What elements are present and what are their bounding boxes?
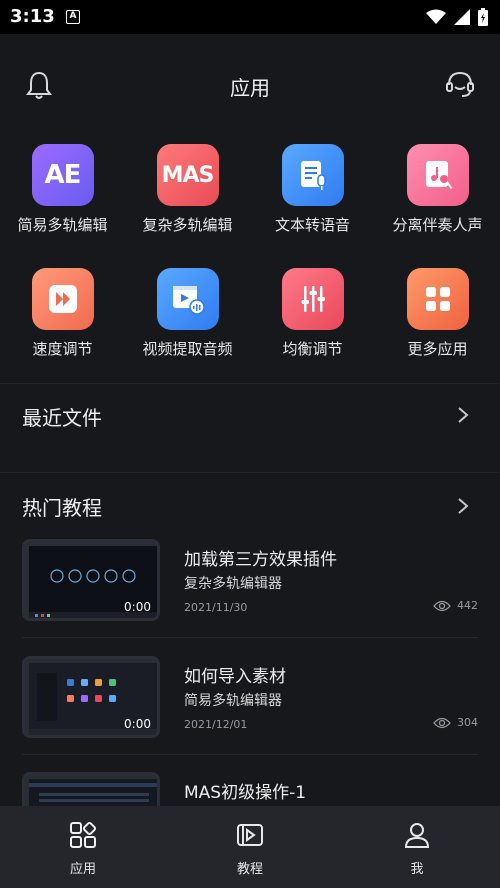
chevron-right-icon[interactable] bbox=[456, 406, 470, 424]
tutorial-category: 简易多轨编辑器 bbox=[184, 693, 282, 709]
user-icon bbox=[404, 823, 430, 848]
tutorial-date: 2021/12/01 bbox=[184, 718, 248, 731]
app-label: 复杂多轨编辑 bbox=[142, 216, 233, 234]
divider bbox=[0, 383, 500, 384]
tutorial-date: 2021/11/30 bbox=[184, 601, 248, 614]
view-count: 442 bbox=[457, 599, 478, 612]
chevron-right-icon[interactable] bbox=[456, 497, 470, 515]
signal-icon bbox=[454, 9, 470, 25]
mas-icon: MAS bbox=[156, 144, 219, 206]
fast-forward-icon bbox=[31, 268, 94, 330]
apps-icon bbox=[70, 821, 97, 848]
system-icons bbox=[426, 8, 488, 26]
eye-icon bbox=[433, 717, 451, 728]
tab-me[interactable]: 我 bbox=[367, 820, 467, 877]
app-complex-multitrack[interactable]: MAS 复杂多轨编辑 bbox=[125, 144, 250, 235]
header: 应用 bbox=[0, 34, 500, 134]
app-label: 文本转语音 bbox=[274, 216, 350, 234]
app-label: 分离伴奏人声 bbox=[392, 216, 483, 234]
tutorial-item[interactable]: 0:00 加载第三方效果插件 复杂多轨编辑器 2021/11/30 442 bbox=[22, 539, 478, 635]
popular-tutorials-title: 热门教程 bbox=[22, 496, 102, 520]
app-more[interactable]: 更多应用 bbox=[375, 268, 500, 359]
app-label: 均衡调节 bbox=[282, 340, 343, 358]
app-equalizer[interactable]: 均衡调节 bbox=[250, 268, 375, 359]
more-apps-icon bbox=[406, 268, 469, 330]
bottom-tab-bar: 应用 教程 我 bbox=[0, 806, 500, 888]
wifi-icon bbox=[426, 9, 446, 24]
tab-label: 我 bbox=[410, 862, 424, 877]
tab-apps[interactable]: 应用 bbox=[33, 820, 133, 877]
ae-icon: AE bbox=[31, 144, 94, 206]
tab-label: 应用 bbox=[69, 862, 96, 877]
app-speed-adjust[interactable]: 速度调节 bbox=[0, 268, 125, 359]
view-count: 304 bbox=[457, 716, 478, 729]
battery-icon bbox=[478, 8, 488, 26]
tutorial-views: 304 bbox=[433, 716, 478, 729]
app-separate-vocals[interactable]: 分离伴奏人声 bbox=[375, 144, 500, 235]
notification-icon: A bbox=[66, 10, 80, 24]
tutorial-views: 442 bbox=[433, 599, 478, 612]
eye-icon bbox=[433, 600, 451, 611]
tutorial-title: MAS初级操作-1 bbox=[184, 783, 307, 803]
app-label: 简易多轨编辑 bbox=[17, 216, 108, 234]
tutorial-category: 复杂多轨编辑器 bbox=[184, 576, 282, 592]
equalizer-icon bbox=[281, 268, 344, 330]
app-simple-multitrack[interactable]: AE 简易多轨编辑 bbox=[0, 144, 125, 235]
tab-label: 教程 bbox=[236, 862, 263, 877]
status-bar: 3:13 A bbox=[0, 0, 500, 34]
video-duration: 0:00 bbox=[124, 600, 151, 614]
tutorial-item[interactable]: 0:00 如何导入素材 简易多轨编辑器 2021/12/01 304 bbox=[22, 656, 478, 752]
video-thumbnail[interactable]: 0:00 bbox=[22, 539, 160, 621]
text-to-speech-icon bbox=[281, 144, 344, 206]
page-title: 应用 bbox=[230, 76, 270, 100]
customer-service-icon[interactable] bbox=[444, 68, 476, 100]
status-time: 3:13 bbox=[10, 6, 55, 27]
tutorial-title: 如何导入素材 bbox=[184, 667, 286, 687]
video-audio-icon bbox=[156, 268, 219, 330]
recent-files-title[interactable]: 最近文件 bbox=[22, 402, 102, 431]
tab-tutorials[interactable]: 教程 bbox=[200, 820, 300, 877]
app-label: 视频提取音频 bbox=[142, 340, 233, 358]
app-extract-audio[interactable]: 视频提取音频 bbox=[125, 268, 250, 359]
app-label: 更多应用 bbox=[407, 340, 468, 358]
video-duration: 0:00 bbox=[124, 717, 151, 731]
app-text-to-speech[interactable]: 文本转语音 bbox=[250, 144, 375, 235]
divider bbox=[0, 472, 500, 473]
app-label: 速度调节 bbox=[32, 340, 93, 358]
music-mic-icon bbox=[406, 144, 469, 206]
divider bbox=[22, 637, 478, 638]
video-thumbnail[interactable]: 0:00 bbox=[22, 656, 160, 738]
video-play-icon bbox=[237, 824, 263, 846]
divider bbox=[22, 754, 478, 755]
tutorial-title: 加载第三方效果插件 bbox=[184, 550, 337, 570]
